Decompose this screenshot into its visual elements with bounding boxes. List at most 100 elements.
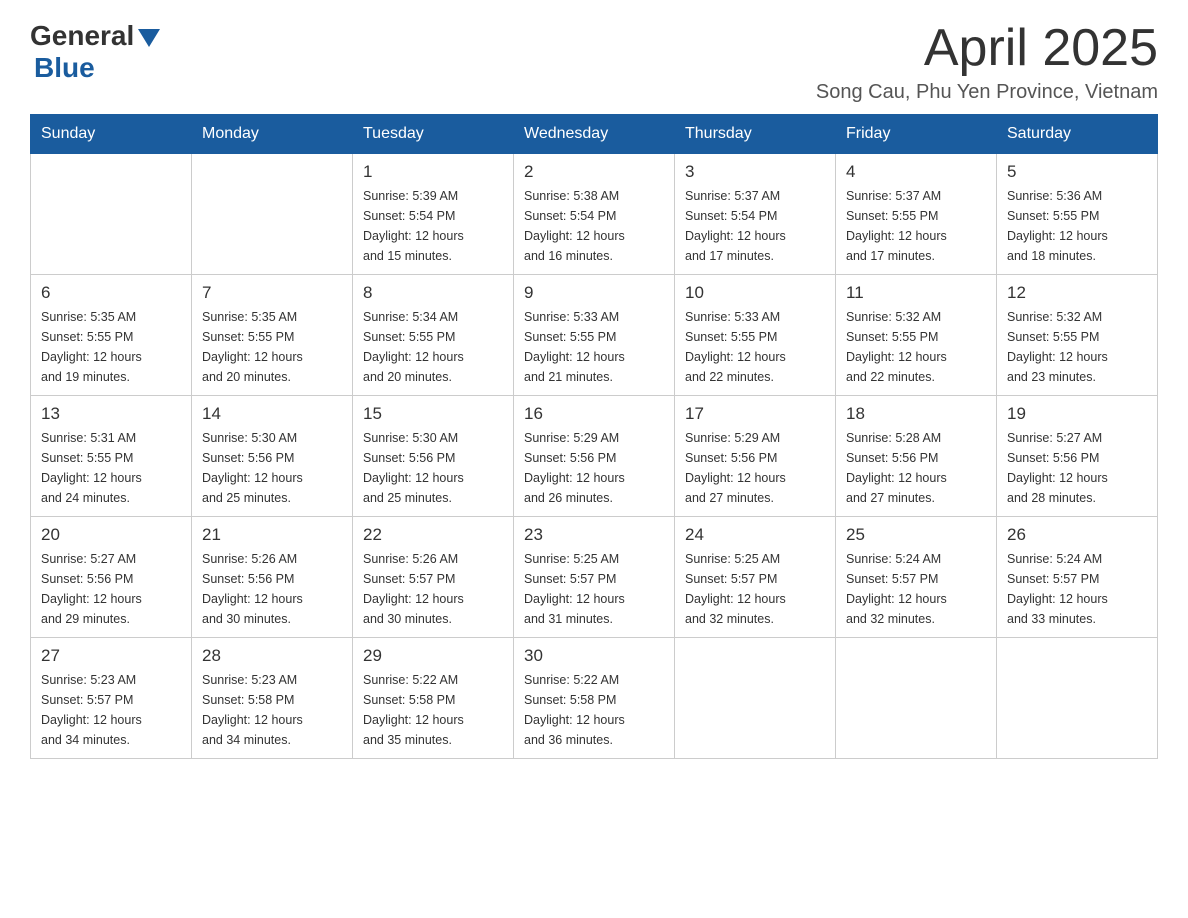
table-row: 30Sunrise: 5:22 AM Sunset: 5:58 PM Dayli… (514, 638, 675, 759)
table-row: 16 Sunrise: 5:29 AM Sunset: 5:56 PM Dayli… (514, 396, 675, 517)
table-row: 21Sunrise: 5:26 AM Sunset: 5:56 PM Dayli… (192, 517, 353, 638)
calendar-week-row: 27 Sunrise: 5:23 AM Sunset: 5:57 PM Dayli… (31, 638, 1158, 759)
month-title: April 2025 (816, 20, 1158, 77)
table-row: 13 Sunrise: 5:31 AM Sunset: 5:55 PM Dayli… (31, 396, 192, 517)
day-number: 16 (524, 404, 664, 424)
calendar-week-row: 1 Sunrise: 5:39 AM Sunset: 5:54 PM Daylig… (31, 154, 1158, 275)
day-info: Sunrise: 5:33 AM Sunset: 5:55 PM Dayligh… (685, 307, 825, 387)
table-row: 11Sunrise: 5:32 AM Sunset: 5:55 PM Dayli… (836, 275, 997, 396)
day-info: Sunrise: 5:25 AM Sunset: 5:57 PM Dayligh… (524, 549, 664, 629)
day-info: Sunrise: 5:35 AM Sunset: 5:55 PM Dayligh… (202, 307, 342, 387)
table-row: 24Sunrise: 5:25 AM Sunset: 5:57 PM Dayli… (675, 517, 836, 638)
table-row: 3 Sunrise: 5:37 AM Sunset: 5:54 PM Daylig… (675, 154, 836, 275)
day-number: 29 (363, 646, 503, 666)
day-info: Sunrise: 5:38 AM Sunset: 5:54 PM Dayligh… (524, 186, 664, 266)
table-row: 7 Sunrise: 5:35 AM Sunset: 5:55 PM Daylig… (192, 275, 353, 396)
day-number: 6 (41, 283, 181, 303)
calendar-week-row: 6 Sunrise: 5:35 AM Sunset: 5:55 PM Daylig… (31, 275, 1158, 396)
page-header: General Blue April 2025 Song Cau, Phu Ye… (30, 20, 1158, 104)
day-number: 12 (1007, 283, 1147, 303)
day-number: 27 (41, 646, 181, 666)
day-info: Sunrise: 5:25 AM Sunset: 5:57 PM Dayligh… (685, 549, 825, 629)
day-number: 3 (685, 162, 825, 182)
day-info: Sunrise: 5:26 AM Sunset: 5:57 PM Dayligh… (363, 549, 503, 629)
table-row: 27 Sunrise: 5:23 AM Sunset: 5:57 PM Dayli… (31, 638, 192, 759)
table-row: 9 Sunrise: 5:33 AM Sunset: 5:55 PM Daylig… (514, 275, 675, 396)
day-number: 23 (524, 525, 664, 545)
table-row: 1 Sunrise: 5:39 AM Sunset: 5:54 PM Daylig… (353, 154, 514, 275)
day-info: Sunrise: 5:24 AM Sunset: 5:57 PM Dayligh… (846, 549, 986, 629)
table-row: 6 Sunrise: 5:35 AM Sunset: 5:55 PM Daylig… (31, 275, 192, 396)
day-info: Sunrise: 5:29 AM Sunset: 5:56 PM Dayligh… (685, 428, 825, 508)
day-number: 13 (41, 404, 181, 424)
table-row (675, 638, 836, 759)
table-row (836, 638, 997, 759)
calendar-week-row: 13 Sunrise: 5:31 AM Sunset: 5:55 PM Dayli… (31, 396, 1158, 517)
day-info: Sunrise: 5:26 AM Sunset: 5:56 PM Dayligh… (202, 549, 342, 629)
table-row: 28Sunrise: 5:23 AM Sunset: 5:58 PM Dayli… (192, 638, 353, 759)
table-row: 26 Sunrise: 5:24 AM Sunset: 5:57 PM Dayli… (997, 517, 1158, 638)
day-number: 8 (363, 283, 503, 303)
day-number: 25 (846, 525, 986, 545)
day-info: Sunrise: 5:27 AM Sunset: 5:56 PM Dayligh… (1007, 428, 1147, 508)
day-info: Sunrise: 5:28 AM Sunset: 5:56 PM Dayligh… (846, 428, 986, 508)
table-row (192, 154, 353, 275)
header-saturday: Saturday (997, 115, 1158, 154)
day-number: 9 (524, 283, 664, 303)
table-row (997, 638, 1158, 759)
calendar-week-row: 20Sunrise: 5:27 AM Sunset: 5:56 PM Dayli… (31, 517, 1158, 638)
header-friday: Friday (836, 115, 997, 154)
table-row: 20Sunrise: 5:27 AM Sunset: 5:56 PM Dayli… (31, 517, 192, 638)
day-number: 4 (846, 162, 986, 182)
table-row: 29 Sunrise: 5:22 AM Sunset: 5:58 PM Dayli… (353, 638, 514, 759)
day-info: Sunrise: 5:29 AM Sunset: 5:56 PM Dayligh… (524, 428, 664, 508)
table-row: 8Sunrise: 5:34 AM Sunset: 5:55 PM Daylig… (353, 275, 514, 396)
day-number: 18 (846, 404, 986, 424)
header-thursday: Thursday (675, 115, 836, 154)
day-info: Sunrise: 5:22 AM Sunset: 5:58 PM Dayligh… (363, 670, 503, 750)
day-info: Sunrise: 5:23 AM Sunset: 5:58 PM Dayligh… (202, 670, 342, 750)
day-number: 20 (41, 525, 181, 545)
location-title: Song Cau, Phu Yen Province, Vietnam (816, 81, 1158, 104)
logo-general-text: General (30, 20, 134, 52)
day-info: Sunrise: 5:30 AM Sunset: 5:56 PM Dayligh… (202, 428, 342, 508)
day-number: 10 (685, 283, 825, 303)
day-number: 1 (363, 162, 503, 182)
day-info: Sunrise: 5:22 AM Sunset: 5:58 PM Dayligh… (524, 670, 664, 750)
table-row: 4 Sunrise: 5:37 AM Sunset: 5:55 PM Daylig… (836, 154, 997, 275)
day-info: Sunrise: 5:31 AM Sunset: 5:55 PM Dayligh… (41, 428, 181, 508)
day-info: Sunrise: 5:23 AM Sunset: 5:57 PM Dayligh… (41, 670, 181, 750)
calendar-header-row: Sunday Monday Tuesday Wednesday Thursday… (31, 115, 1158, 154)
day-info: Sunrise: 5:24 AM Sunset: 5:57 PM Dayligh… (1007, 549, 1147, 629)
table-row (31, 154, 192, 275)
table-row: 22Sunrise: 5:26 AM Sunset: 5:57 PM Dayli… (353, 517, 514, 638)
header-tuesday: Tuesday (353, 115, 514, 154)
logo-blue-text: Blue (34, 52, 95, 84)
day-info: Sunrise: 5:37 AM Sunset: 5:55 PM Dayligh… (846, 186, 986, 266)
day-info: Sunrise: 5:37 AM Sunset: 5:54 PM Dayligh… (685, 186, 825, 266)
day-number: 17 (685, 404, 825, 424)
table-row: 25 Sunrise: 5:24 AM Sunset: 5:57 PM Dayli… (836, 517, 997, 638)
table-row: 2 Sunrise: 5:38 AM Sunset: 5:54 PM Daylig… (514, 154, 675, 275)
header-monday: Monday (192, 115, 353, 154)
day-info: Sunrise: 5:39 AM Sunset: 5:54 PM Dayligh… (363, 186, 503, 266)
day-info: Sunrise: 5:35 AM Sunset: 5:55 PM Dayligh… (41, 307, 181, 387)
day-number: 14 (202, 404, 342, 424)
day-number: 15 (363, 404, 503, 424)
day-info: Sunrise: 5:36 AM Sunset: 5:55 PM Dayligh… (1007, 186, 1147, 266)
table-row: 17 Sunrise: 5:29 AM Sunset: 5:56 PM Dayli… (675, 396, 836, 517)
table-row: 23 Sunrise: 5:25 AM Sunset: 5:57 PM Dayli… (514, 517, 675, 638)
day-info: Sunrise: 5:30 AM Sunset: 5:56 PM Dayligh… (363, 428, 503, 508)
day-number: 19 (1007, 404, 1147, 424)
table-row: 18 Sunrise: 5:28 AM Sunset: 5:56 PM Dayli… (836, 396, 997, 517)
calendar-table: Sunday Monday Tuesday Wednesday Thursday… (30, 114, 1158, 759)
table-row: 14 Sunrise: 5:30 AM Sunset: 5:56 PM Dayli… (192, 396, 353, 517)
day-info: Sunrise: 5:32 AM Sunset: 5:55 PM Dayligh… (846, 307, 986, 387)
day-info: Sunrise: 5:33 AM Sunset: 5:55 PM Dayligh… (524, 307, 664, 387)
day-number: 2 (524, 162, 664, 182)
day-number: 26 (1007, 525, 1147, 545)
day-number: 7 (202, 283, 342, 303)
day-info: Sunrise: 5:32 AM Sunset: 5:55 PM Dayligh… (1007, 307, 1147, 387)
table-row: 10 Sunrise: 5:33 AM Sunset: 5:55 PM Dayli… (675, 275, 836, 396)
table-row: 12 Sunrise: 5:32 AM Sunset: 5:55 PM Dayli… (997, 275, 1158, 396)
